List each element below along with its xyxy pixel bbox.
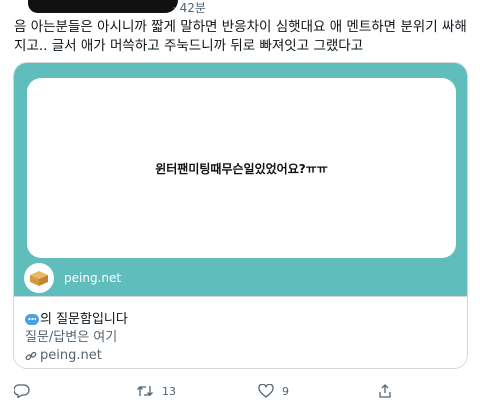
question-text: 윈터팬미팅때무슨일있었어요?ㅠㅠ [155, 161, 328, 176]
share-icon [379, 384, 391, 398]
retweet-icon [137, 386, 153, 396]
tweet-actions: 13 9 [14, 384, 474, 402]
link-card[interactable]: 윈터팬미팅때무슨일있었어요?ㅠㅠ peing.net 의 질문함입니다 질문/답… [13, 62, 468, 369]
reply-button[interactable] [14, 384, 38, 398]
like-button[interactable]: 9 [258, 384, 289, 398]
link-icon [25, 351, 37, 360]
brand-row: peing.net [24, 263, 121, 293]
heart-icon [258, 384, 274, 398]
like-count: 9 [282, 384, 289, 398]
card-title-text: 의 질문함입니다 [40, 312, 128, 327]
card-title: 의 질문함입니다 [25, 311, 456, 328]
reply-icon [14, 384, 30, 398]
tweet-text: 음 아는분들은 아시니까 짧게 말하면 반응차이 심햇대요 애 멘트하면 분위기… [14, 19, 467, 54]
card-info[interactable]: 의 질문함입니다 질문/답변은 여기 peing.net [14, 296, 467, 368]
retweet-count: 13 [162, 384, 176, 398]
question-box: 윈터팬미팅때무슨일있었어요?ㅠㅠ [27, 78, 456, 258]
card-description: 질문/답변은 여기 [25, 330, 118, 345]
card-domain-text: peing.net [40, 348, 102, 363]
peing-box-icon [24, 263, 54, 293]
tweet-timestamp[interactable]: · 42분 [172, 0, 206, 16]
retweet-button[interactable]: 13 [136, 384, 176, 398]
share-button[interactable] [378, 384, 392, 398]
brand-name: peing.net [64, 271, 122, 285]
card-domain: peing.net [25, 347, 456, 364]
card-media[interactable]: 윈터팬미팅때무슨일있었어요?ㅠㅠ peing.net [14, 63, 467, 296]
speech-bubble-icon [25, 314, 39, 325]
redacted-username [28, 0, 178, 13]
